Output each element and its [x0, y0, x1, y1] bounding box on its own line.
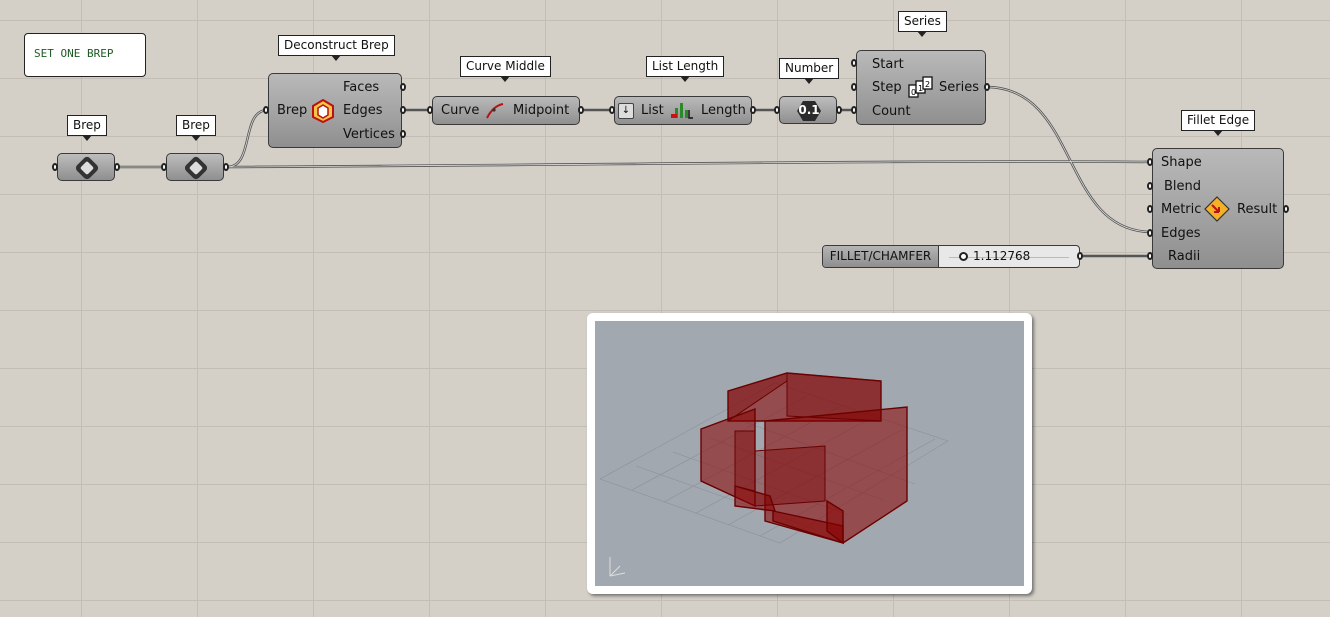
svg-text:0: 0	[911, 88, 916, 97]
series-input-start[interactable]: Start	[872, 57, 904, 72]
deconstruct-output-edges[interactable]: Edges	[343, 103, 383, 118]
fillet-input-shape[interactable]: Shape	[1161, 155, 1202, 170]
series-count-port[interactable]	[851, 106, 857, 114]
number-input-port[interactable]	[774, 106, 780, 114]
deconstruct-faces-port[interactable]	[400, 83, 406, 91]
deconstruct-output-faces[interactable]: Faces	[343, 80, 379, 95]
note-text: SET ONE BREP	[34, 47, 114, 60]
fillet-result-port[interactable]	[1283, 205, 1289, 213]
brep1-input-port[interactable]	[52, 163, 58, 171]
fillet-output-result[interactable]: Result	[1237, 202, 1277, 217]
slider-knob[interactable]	[959, 252, 968, 261]
wire-series-edges	[985, 85, 1153, 234]
axes-icon	[609, 557, 626, 577]
number-tag: Number	[779, 58, 840, 84]
curve-middle-output-port[interactable]	[578, 106, 584, 114]
fillet-input-edges[interactable]: Edges	[1161, 226, 1201, 241]
deconstruct-input-brep[interactable]: Brep	[277, 103, 307, 118]
fillet-metric-port[interactable]	[1147, 205, 1153, 213]
list-length-input-port[interactable]	[609, 106, 615, 114]
deconstruct-tag: Deconstruct Brep	[278, 35, 395, 61]
list-length-output-port[interactable]	[750, 106, 756, 114]
brep-hex-icon	[183, 155, 209, 181]
svg-text:2: 2	[925, 80, 930, 89]
deconstruct-brep-icon	[312, 98, 334, 124]
brep2-tag: Brep	[176, 115, 216, 141]
fillet-edge-tag: Fillet Edge	[1181, 110, 1256, 136]
brep1-param[interactable]	[57, 153, 115, 181]
fillet-radii-port[interactable]	[1147, 252, 1153, 260]
curve-middle-tag: Curve Middle	[460, 56, 551, 82]
list-flatten-icon[interactable]: ↓	[618, 103, 634, 119]
fillet-edge-component[interactable]: Shape Blend Metric Edges Radii Result	[1152, 148, 1284, 269]
series-tag: Series	[898, 11, 947, 37]
slider-output-port[interactable]	[1077, 252, 1083, 260]
deconstruct-brep-port[interactable]	[263, 106, 269, 114]
series-output-series[interactable]: Series	[939, 80, 979, 95]
series-component[interactable]: Start Step Count 0 1 2 Series	[856, 50, 986, 125]
fillet-edges-port[interactable]	[1147, 229, 1153, 237]
svg-text:1: 1	[918, 84, 923, 93]
deconstruct-brep-component[interactable]: Brep Faces Edges Vertices	[268, 73, 402, 148]
series-icon: 0 1 2	[908, 76, 933, 98]
deconstruct-edges-port[interactable]	[400, 106, 406, 114]
list-length-icon	[671, 103, 693, 119]
number-icon-text: 0.1	[798, 103, 820, 117]
slider-value: 1.112768	[973, 249, 1031, 263]
brep2-output-port[interactable]	[223, 163, 229, 171]
deconstruct-vertices-port[interactable]	[400, 130, 406, 138]
fillet-blend-port[interactable]	[1147, 182, 1153, 190]
fillet-input-metric[interactable]: Metric	[1161, 202, 1201, 217]
fillet-edge-icon	[1204, 196, 1230, 222]
brep-hex-icon	[74, 155, 100, 181]
brep1-tag: Brep	[67, 115, 107, 141]
series-output-port[interactable]	[984, 83, 990, 91]
number-param[interactable]: 0.1	[779, 96, 837, 124]
curve-middle-component[interactable]: Curve Midpoint	[432, 96, 580, 125]
brep2-input-port[interactable]	[161, 163, 167, 171]
brep-preview-geometry	[599, 372, 949, 577]
fillet-input-radii[interactable]: Radii	[1168, 249, 1200, 264]
series-step-port[interactable]	[851, 83, 857, 91]
number-output-port[interactable]	[836, 106, 842, 114]
note-panel[interactable]: SET ONE BREP	[24, 33, 146, 77]
series-start-port[interactable]	[851, 59, 857, 67]
list-length-tag: List Length	[646, 56, 725, 82]
list-length-input-list[interactable]: List	[641, 103, 664, 118]
list-length-component[interactable]: ↓ List Length	[614, 96, 752, 125]
preview-window[interactable]	[587, 313, 1032, 594]
viewport[interactable]	[595, 321, 1024, 586]
curve-middle-output-midpoint[interactable]: Midpoint	[513, 103, 569, 118]
curve-middle-icon	[486, 103, 504, 119]
series-input-count[interactable]: Count	[872, 104, 911, 119]
curve-middle-input-port[interactable]	[427, 106, 433, 114]
list-length-output-length[interactable]: Length	[701, 103, 746, 118]
slider-label: FILLET/CHAMFER	[823, 246, 939, 267]
brep1-output-port[interactable]	[114, 163, 120, 171]
fillet-input-blend[interactable]: Blend	[1164, 179, 1201, 194]
brep2-param[interactable]	[166, 153, 224, 181]
series-input-step[interactable]: Step	[872, 80, 902, 95]
curve-middle-input-curve[interactable]: Curve	[441, 103, 479, 118]
fillet-chamfer-slider[interactable]: FILLET/CHAMFER 1.112768	[822, 245, 1080, 268]
fillet-shape-port[interactable]	[1147, 158, 1153, 166]
deconstruct-output-vertices[interactable]: Vertices	[343, 127, 395, 142]
